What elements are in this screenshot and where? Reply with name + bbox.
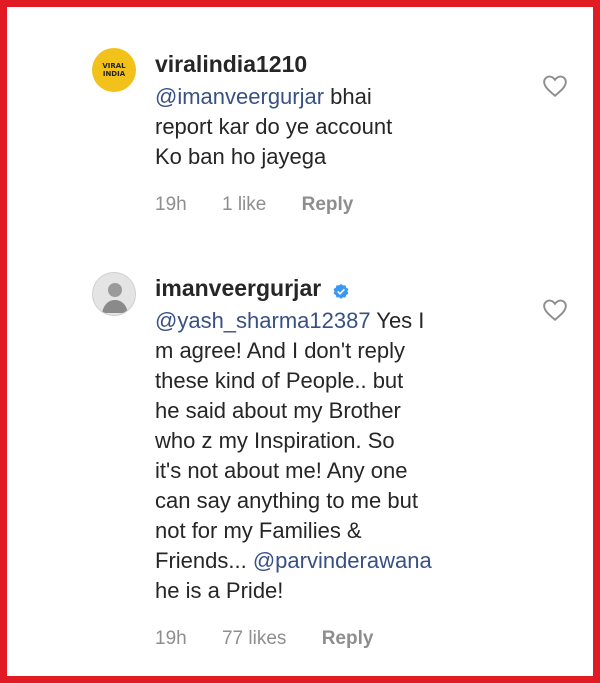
mention-link[interactable]: @imanveergurjar xyxy=(155,84,324,109)
verified-badge-icon xyxy=(333,283,349,299)
comment-text-line: Friends... xyxy=(155,548,253,573)
comment-text-line: not for my Families & xyxy=(155,518,362,543)
comment-text-line: can say anything to me but xyxy=(155,488,418,513)
comment-text-line: it's not about me! Any one xyxy=(155,458,408,483)
comment-text-line: who z my Inspiration. So xyxy=(155,428,395,453)
heart-icon[interactable] xyxy=(542,74,568,98)
comment-meta: 19h 77 likes Reply xyxy=(155,628,525,650)
comment-text-line: m agree! And I don't reply xyxy=(155,338,406,363)
mention-link[interactable]: @parvinderawana xyxy=(253,548,432,573)
comment-text-line: he is a Pride! xyxy=(155,578,284,603)
comment-text: @yash_sharma12387 Yes I m agree! And I d… xyxy=(155,306,525,606)
comment-text-line: Yes I xyxy=(370,308,425,333)
comment-username[interactable]: imanveergurjar xyxy=(155,274,321,302)
comment-text-line: he said about my Brother xyxy=(155,398,401,423)
comment-meta: 19h 1 like Reply xyxy=(155,194,525,216)
username-row: imanveergurjar xyxy=(155,274,525,302)
comment-text-line: Ko ban ho jayega xyxy=(155,144,327,169)
heart-icon[interactable] xyxy=(542,298,568,322)
comment-time: 19h xyxy=(155,628,187,649)
comment-username[interactable]: viralindia1210 xyxy=(155,50,307,78)
avatar-imanveergurjar[interactable] xyxy=(92,272,136,316)
comment-1: viralindia1210 @imanveergurjar bhai repo… xyxy=(155,50,525,216)
comment-likes[interactable]: 77 likes xyxy=(222,628,286,650)
mention-link[interactable]: @yash_sharma12387 xyxy=(155,308,371,333)
comment-text: @imanveergurjar bhai report kar do ye ac… xyxy=(155,82,525,172)
comment-text-line: these kind of People.. but xyxy=(155,368,404,393)
comment-text-line: bhai xyxy=(324,84,372,109)
comment-time: 19h xyxy=(155,194,187,215)
comment-likes[interactable]: 1 like xyxy=(222,194,266,216)
comment-text-line: report kar do ye account xyxy=(155,114,393,139)
reply-button[interactable]: Reply xyxy=(302,194,354,216)
comment-2: imanveergurjar @yash_sharma12387 Yes I m… xyxy=(155,274,525,650)
avatar-logo-text: VIRAL INDIA xyxy=(102,62,126,78)
reply-button[interactable]: Reply xyxy=(322,628,374,650)
avatar-viralindia[interactable]: VIRAL INDIA xyxy=(92,48,136,92)
avatar-photo xyxy=(102,283,128,313)
